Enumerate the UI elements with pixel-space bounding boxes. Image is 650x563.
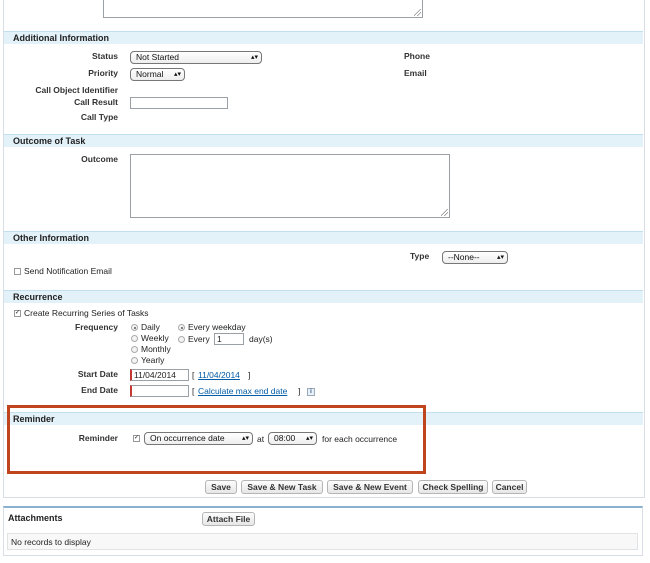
type-label: Type (410, 251, 430, 261)
status-label: Status (92, 51, 118, 61)
start-date-label: Start Date (77, 369, 118, 379)
send-notification-label: Send Notification Email (24, 266, 112, 276)
call-result-label: Call Result (74, 97, 118, 107)
frequency-daily-label: Daily (141, 322, 160, 332)
create-recurring-checkbox[interactable]: ✓ (14, 310, 21, 317)
section-recurrence: Recurrence (4, 290, 643, 303)
frequency-yearly-label: Yearly (141, 355, 165, 365)
save-new-event-button[interactable]: Save & New Event (327, 480, 413, 494)
end-date-input[interactable] (130, 385, 189, 397)
priority-label: Priority (88, 68, 118, 78)
every-n-days-radio[interactable] (178, 336, 185, 343)
outcome-textarea[interactable] (130, 154, 450, 218)
frequency-yearly-radio[interactable] (131, 357, 138, 364)
frequency-weekly-radio[interactable] (131, 335, 138, 342)
attachments-empty-row (7, 533, 638, 550)
every-label: Every (188, 334, 210, 344)
cancel-button[interactable]: Cancel (492, 480, 527, 494)
select-arrows-icon: ▴▾ (173, 71, 181, 78)
call-type-label: Call Type (80, 112, 118, 122)
save-button[interactable]: Save (205, 480, 237, 494)
every-weekday-radio[interactable] (178, 324, 185, 331)
start-date-bracket-close: ] (248, 370, 251, 380)
calculate-max-end-date-link[interactable]: Calculate max end date (198, 386, 287, 396)
frequency-monthly-label: Monthly (141, 344, 171, 354)
frequency-monthly-radio[interactable] (131, 346, 138, 353)
info-icon[interactable]: i (307, 388, 315, 396)
outcome-label: Outcome (81, 154, 118, 164)
call-object-identifier-label: Call Object Identifier (35, 85, 118, 95)
no-records-text: No records to display (11, 537, 91, 547)
description-textarea[interactable] (103, 0, 423, 18)
frequency-label: Frequency (75, 322, 118, 332)
frequency-weekly-label: Weekly (141, 333, 169, 343)
type-select[interactable]: --None-- ▴▾ (442, 251, 508, 264)
attach-file-button[interactable]: Attach File (202, 512, 255, 526)
frequency-daily-radio[interactable] (131, 324, 138, 331)
start-date-bracket-open: [ (192, 370, 195, 380)
create-recurring-label: Create Recurring Series of Tasks (24, 308, 149, 318)
status-value: Not Started (136, 52, 179, 62)
select-arrows-icon: ▴▾ (250, 54, 258, 61)
call-result-input[interactable] (130, 97, 228, 109)
priority-select[interactable]: Normal ▴▾ (130, 68, 185, 81)
email-label: Email (404, 68, 427, 78)
attachments-title: Attachments (8, 513, 63, 523)
end-date-label: End Date (81, 385, 118, 395)
days-label: day(s) (249, 334, 273, 344)
section-outcome-of-task: Outcome of Task (4, 134, 643, 147)
calc-bracket-open: [ (192, 386, 195, 396)
every-n-days-input[interactable]: 1 (214, 333, 244, 345)
type-value: --None-- (448, 252, 480, 262)
phone-label: Phone (404, 51, 430, 61)
start-date-today-link[interactable]: 11/04/2014 (198, 370, 240, 380)
priority-value: Normal (136, 69, 164, 79)
reminder-highlight-box (7, 405, 426, 474)
check-spelling-button[interactable]: Check Spelling (418, 480, 488, 494)
calc-bracket-close: ] (298, 386, 301, 396)
section-other-information: Other Information (4, 231, 643, 244)
status-select[interactable]: Not Started ▴▾ (130, 51, 262, 64)
every-weekday-label: Every weekday (188, 322, 246, 332)
start-date-input[interactable]: 11/04/2014 (130, 369, 189, 381)
send-notification-checkbox[interactable] (14, 268, 21, 275)
section-additional-information: Additional Information (4, 31, 643, 44)
select-arrows-icon: ▴▾ (496, 254, 504, 261)
save-new-task-button[interactable]: Save & New Task (241, 480, 323, 494)
